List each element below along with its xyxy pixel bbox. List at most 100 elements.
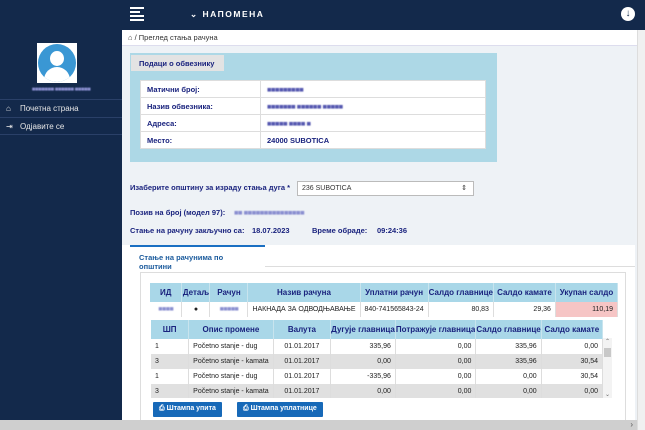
closed-date: 18.07.2023 (252, 226, 290, 235)
taxpayer-panel: Подаци о обвезнику Матични број: ■■■■■■■■… (130, 53, 497, 162)
table-row[interactable]: 3 Početno stanje - kamata 01.01.2017 0,00 0,… (151, 384, 603, 398)
col-header: Салдо главнице (428, 283, 494, 302)
cell-principal: 80,83 (428, 302, 494, 317)
button-label: Штампа уплатнице (250, 405, 317, 412)
cell: 01.01.2017 (273, 384, 332, 398)
time-value: 09:24:36 (377, 226, 408, 235)
sidebar-item-label: Одјавите се (20, 121, 65, 131)
sidebar-item-home[interactable]: ⌂ Почетна страна (0, 99, 122, 117)
cell: 0,00 (541, 384, 603, 398)
cell: -335,96 (330, 369, 396, 384)
cell: 1 (151, 369, 190, 384)
select-arrows-icon: ⇕ (461, 185, 467, 192)
value: ■■■■■■■ ■■■■■■ ■■■■■ (260, 97, 486, 115)
cell: 0,00 (395, 369, 477, 384)
cell: 0,00 (330, 384, 396, 398)
municipality-select[interactable]: 236 SUBOTICA ⇕ (297, 181, 474, 196)
cell: 01.01.2017 (273, 354, 332, 369)
reference-label: Позив на број (модел 97): (130, 208, 226, 217)
col-header: Салдо камате (541, 320, 603, 339)
napomena-menu[interactable]: ⌄ НАПОМЕНА (190, 9, 264, 20)
table-row[interactable]: 1 Početno stanje - dug 01.01.2017 -335,96 0,… (151, 369, 603, 384)
time-label: Време обраде: (312, 226, 368, 235)
col-header: Потражује главница (395, 320, 477, 339)
col-header: Укупан салдо (555, 283, 619, 302)
reference-value: ■■ ■■■■■■■■■■■■■■■ (234, 208, 305, 217)
home-icon[interactable]: ⌂ (128, 33, 133, 42)
cell: 0,00 (395, 354, 477, 369)
value: ■■■■■ ■■■■ ■ (260, 114, 486, 132)
cell-payment-account: 840-741565843-24 (360, 302, 429, 317)
cell: 01.01.2017 (273, 369, 332, 384)
taxpayer-panel-title: Подаци о обвезнику (131, 55, 224, 71)
table-row[interactable]: ■■■■ ● ■■■■■ НАКНАДА ЗА ОДВОДЊАВАЊЕ 840-… (150, 302, 619, 317)
print-inquiry-button[interactable]: ⎙ Штампа упита (153, 402, 222, 417)
cell: 335,96 (330, 339, 396, 354)
chevron-right-icon[interactable]: › (630, 420, 633, 429)
download-circle-icon[interactable]: ↓ (621, 7, 635, 21)
hamburger-icon[interactable] (130, 7, 144, 21)
top-bar: ⌄ НАПОМЕНА ↓ (122, 0, 645, 30)
col-header: Назив рачуна (247, 283, 361, 302)
cell: 3 (151, 384, 190, 398)
label: Матични број: (140, 80, 261, 98)
breadcrumb: ⌂ / Преглед стања рачуна (122, 30, 637, 46)
user-name: ■■■■■■■ ■■■■■■ ■■■■■ (31, 87, 91, 93)
cell: 0,00 (395, 384, 477, 398)
button-label: Штампа упита (166, 405, 216, 412)
label: Адреса: (140, 114, 261, 132)
label: Место: (140, 131, 261, 149)
col-header: Валута (273, 320, 332, 339)
municipality-value: 236 SUBOTICA (302, 185, 352, 192)
sidebar-item-logout[interactable]: ⇥ Одјавите се (0, 117, 122, 135)
label: Назив обвезника: (140, 97, 261, 115)
col-header: Рачун (209, 283, 249, 302)
printer-icon: ⎙ (159, 405, 165, 412)
cell: Početno stanje - dug (188, 369, 274, 384)
cell-id: ■■■■ (150, 302, 183, 317)
closed-label: Стање на рачуну закључно са: (130, 226, 245, 235)
breadcrumb-text: / Преглед стања рачуна (134, 33, 218, 42)
col-header: Детаљ (181, 283, 211, 302)
horizontal-scrollbar[interactable]: › (0, 420, 637, 430)
cell: 1 (151, 339, 190, 354)
page-vertical-scrollbar[interactable] (637, 30, 645, 430)
municipality-label: Изаберите општину за израду стања дуга * (130, 183, 291, 192)
cell: 0,00 (475, 384, 542, 398)
chevron-down-icon: ⌄ (190, 9, 199, 19)
cell: 3 (151, 354, 190, 369)
sidebar-item-label: Почетна страна (20, 104, 79, 113)
home-icon: ⌂ (6, 104, 11, 113)
cell: 335,96 (475, 354, 542, 369)
value: ■■■■■■■■■ (260, 80, 486, 98)
print-slip-button[interactable]: ⎙ Штампа уплатнице (237, 402, 323, 417)
taxpayer-table: Матични број: ■■■■■■■■■ Назив обвезника: ■… (140, 80, 486, 149)
details-table: ШП Опис промене Валута Дугује главница П… (151, 320, 603, 398)
tab-accounts-by-municipality[interactable]: Стање на рачунима по општини (130, 245, 265, 271)
cell: Početno stanje - kamata (188, 354, 274, 369)
sidebar: ■■■■■■■ ■■■■■■ ■■■■■ ⌂ Почетна страна ⇥ Од… (0, 0, 122, 430)
col-header: Уплатни рачун (360, 283, 429, 302)
cell: 0,00 (330, 354, 396, 369)
napomena-label: НАПОМЕНА (202, 9, 265, 19)
cell: 30,54 (541, 354, 603, 369)
table-row[interactable]: 3 Početno stanje - kamata 01.01.2017 0,00 0,… (151, 354, 603, 369)
cell: 335,96 (475, 339, 542, 354)
sign-out-icon: ⇥ (6, 121, 13, 131)
accounts-table: ИД Детаљ Рачун Назив рачуна Уплатни рачу… (150, 283, 619, 317)
table-row[interactable]: 1 Početno stanje - dug 01.01.2017 335,96 0,0… (151, 339, 603, 354)
col-header: ИД (150, 283, 183, 302)
value: 24000 SUBOTICA (260, 131, 486, 149)
cell-account: ■■■■■ (209, 302, 249, 317)
cell-total: 110,19 (555, 302, 619, 317)
col-header: ШП (151, 320, 190, 339)
col-header: Салдо камате (493, 283, 556, 302)
cell: Početno stanje - kamata (188, 384, 274, 398)
cell: Početno stanje - dug (188, 339, 274, 354)
col-header: Салдо главнице (475, 320, 542, 339)
details-scrollbar[interactable]: ⌃ ⌄ (603, 338, 612, 398)
cell: 01.01.2017 (273, 339, 332, 354)
cell: 30,54 (541, 369, 603, 384)
avatar (37, 43, 77, 83)
expand-details-icon[interactable]: ● (181, 302, 211, 317)
